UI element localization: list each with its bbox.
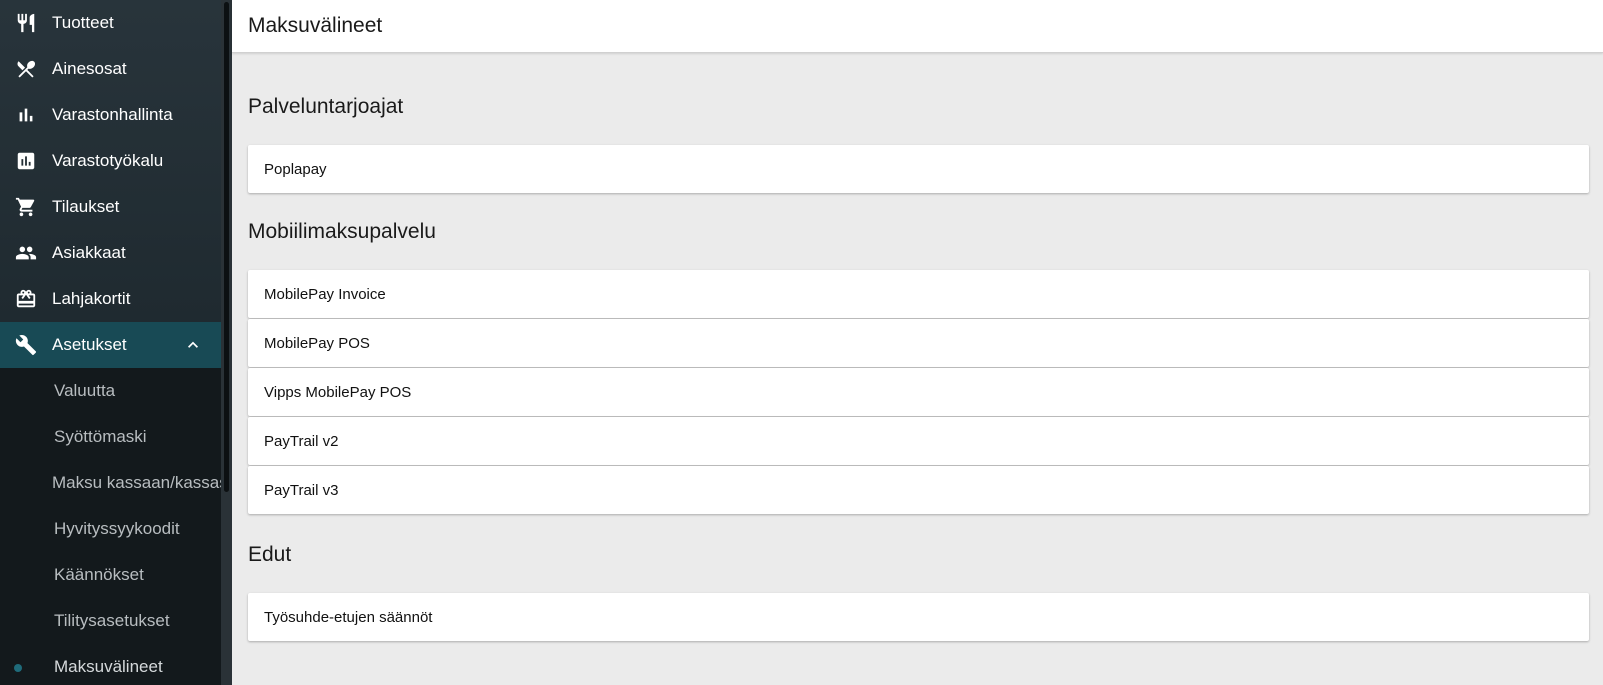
fork-knife-icon: [14, 11, 38, 35]
sidebar-item-varastotyokalu[interactable]: Varastotyökalu: [0, 138, 221, 184]
sidebar-item-ainesosat[interactable]: Ainesosat: [0, 46, 221, 92]
people-icon: [14, 241, 38, 265]
list-item-label: Poplapay: [264, 160, 327, 178]
settings-submenu: Valuutta Syöttömaski Maksu kassaan/kassa…: [0, 368, 232, 685]
list-item-label: MobilePay POS: [264, 334, 370, 352]
sidebar-item-tilaukset[interactable]: Tilaukset: [0, 184, 221, 230]
crossed-utensils-icon: [14, 57, 38, 81]
list-item-vipps-mobilepay-pos[interactable]: Vipps MobilePay POS: [248, 368, 1589, 416]
section-title-edut: Edut: [248, 543, 292, 566]
submenu-item-kaannokset[interactable]: Käännökset: [0, 552, 221, 598]
sidebar-item-label: Varastotyökalu: [52, 151, 164, 170]
submenu-item-tilitysasetukset[interactable]: Tilitysasetukset: [0, 598, 221, 644]
bar-chart-icon: [14, 103, 38, 127]
current-indicator-dot: [14, 664, 22, 672]
shopping-cart-icon: [14, 195, 38, 219]
mobile-payment-list: MobilePay Invoice MobilePay POS Vipps Mo…: [248, 270, 1589, 514]
provider-list: Poplapay: [248, 145, 1589, 193]
submenu-item-maksu-kassaan[interactable]: Maksu kassaan/kassasta: [0, 460, 221, 506]
submenu-item-maksuvalineet[interactable]: Maksuvälineet: [0, 644, 221, 685]
list-item-poplapay[interactable]: Poplapay: [248, 145, 1589, 193]
submenu-item-hyvityssyykoodit[interactable]: Hyvityssyykoodit: [0, 506, 221, 552]
sidebar-item-label: Asetukset: [52, 335, 127, 354]
list-item-mobilepay-pos[interactable]: MobilePay POS: [248, 319, 1589, 367]
content-area: Palveluntarjoajat Poplapay Mobiilimaksup…: [232, 95, 1603, 641]
sidebar: Tuotteet Ainesosat Varastonhallinta Vara…: [0, 0, 232, 685]
page-title: Maksuvälineet: [248, 14, 383, 37]
submenu-item-valuutta[interactable]: Valuutta: [0, 368, 221, 414]
list-item-label: PayTrail v3: [264, 481, 339, 499]
section-title-palveluntarjoajat: Palveluntarjoajat: [248, 95, 404, 118]
submenu-item-label: Tilitysasetukset: [54, 611, 170, 630]
list-item-paytrail-v3[interactable]: PayTrail v3: [248, 466, 1589, 514]
list-item-label: MobilePay Invoice: [264, 285, 386, 303]
chevron-up-icon[interactable]: [183, 335, 203, 355]
submenu-item-label: Hyvityssyykoodit: [54, 519, 180, 538]
chart-box-icon: [14, 149, 38, 173]
list-item-label: Työsuhde-etujen säännöt: [264, 608, 433, 626]
submenu-item-label: Valuutta: [54, 381, 116, 400]
sidebar-main-nav: Tuotteet Ainesosat Varastonhallinta Vara…: [0, 0, 232, 322]
list-item-label: PayTrail v2: [264, 432, 339, 450]
list-item-paytrail-v2[interactable]: PayTrail v2: [248, 417, 1589, 465]
page-header: Maksuvälineet: [232, 0, 1603, 53]
sidebar-item-label: Lahjakortit: [52, 289, 131, 308]
submenu-item-label: Maksu kassaan/kassasta: [52, 473, 221, 492]
submenu-item-label: Syöttömaski: [54, 427, 147, 446]
sidebar-item-label: Asiakkaat: [52, 243, 126, 262]
sidebar-item-lahjakortit[interactable]: Lahjakortit: [0, 276, 221, 322]
sidebar-item-varastonhallinta[interactable]: Varastonhallinta: [0, 92, 221, 138]
sidebar-item-label: Tuotteet: [52, 13, 114, 32]
submenu-item-label: Maksuvälineet: [54, 657, 163, 676]
list-item-mobilepay-invoice[interactable]: MobilePay Invoice: [248, 270, 1589, 318]
submenu-item-syottomaski[interactable]: Syöttömaski: [0, 414, 221, 460]
list-item-tyosuhde-etujen-saannot[interactable]: Työsuhde-etujen säännöt: [248, 593, 1589, 641]
wrench-icon: [14, 333, 38, 357]
sidebar-item-label: Ainesosat: [52, 59, 127, 78]
main-content: Maksuvälineet Palveluntarjoajat Poplapay…: [232, 0, 1603, 685]
section-title-mobiilimaksupalvelu: Mobiilimaksupalvelu: [248, 220, 436, 243]
sidebar-item-asiakkaat[interactable]: Asiakkaat: [0, 230, 221, 276]
submenu-item-label: Käännökset: [54, 565, 144, 584]
gift-card-icon: [14, 287, 38, 311]
sidebar-item-asetukset[interactable]: Asetukset: [0, 322, 221, 368]
sidebar-item-label: Varastonhallinta: [52, 105, 173, 124]
sidebar-item-tuotteet[interactable]: Tuotteet: [0, 0, 221, 46]
sidebar-item-label: Tilaukset: [52, 197, 120, 216]
sidebar-scrollbar[interactable]: [221, 0, 232, 685]
list-item-label: Vipps MobilePay POS: [264, 383, 412, 401]
benefits-list: Työsuhde-etujen säännöt: [248, 593, 1589, 641]
sidebar-scrollbar-thumb[interactable]: [224, 2, 229, 492]
